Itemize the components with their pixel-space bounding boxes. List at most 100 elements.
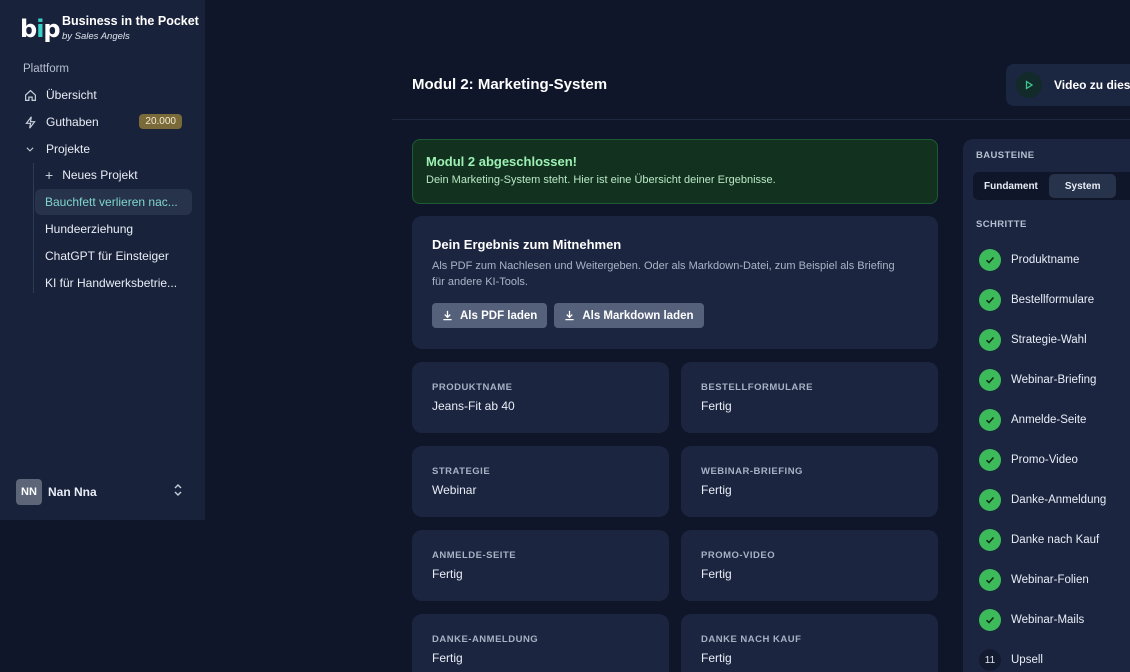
info-label: PRODUKTNAME [432,382,513,393]
project-chatgpt[interactable]: ChatGPT für Einsteiger [35,243,192,269]
info-value: Fertig [701,399,732,413]
result-title: Dein Ergebnis zum Mitnehmen [432,237,622,252]
info-label: STRATEGIE [432,466,491,477]
project-bauchfett[interactable]: Bauchfett verlieren nac... [35,189,192,215]
user-menu[interactable]: NN Nan Nna [16,479,186,505]
step-label: Danke nach Kauf [1011,534,1100,546]
step-item[interactable]: Webinar-Folien [979,569,1089,591]
info-value: Fertig [432,567,463,581]
step-item[interactable]: Anmelde-Seite [979,409,1086,431]
info-card-promo-video: PROMO-VIDEO Fertig [681,530,938,601]
step-item[interactable]: Produktname [979,249,1079,271]
step-label: Promo-Video [1011,454,1078,466]
info-value: Fertig [701,651,732,665]
step-label: Webinar-Folien [1011,574,1089,586]
info-value: Jeans-Fit ab 40 [432,399,515,413]
brand[interactable]: bip Business in the Pocket by Sales Ange… [20,14,199,43]
credit-badge: 20.000 [139,114,182,129]
project-label: Neues Projekt [62,168,138,182]
section-label-plattform: Plattform [23,63,70,75]
sidebar-item-projekte[interactable]: Projekte [16,137,192,161]
sidebar-item-uebersicht[interactable]: Übersicht [16,83,192,107]
step-label: Strategie-Wahl [1011,334,1087,346]
user-name: Nan Nna [48,485,97,499]
chevron-down-icon [22,141,38,157]
check-icon [979,609,1001,631]
video-button[interactable]: Video zu diese [1006,64,1130,106]
download-markdown-label: Als Markdown laden [582,309,694,322]
info-card-danke-anmeldung: DANKE-ANMELDUNG Fertig [412,614,669,672]
info-card-produktname: PRODUKTNAME Jeans-Fit ab 40 [412,362,669,433]
info-label: DANKE NACH KAUF [701,634,802,645]
sidebar: bip Business in the Pocket by Sales Ange… [0,0,205,520]
info-value: Webinar [432,483,477,497]
schritte-label: SCHRITTE [976,219,1027,230]
tab-fundament[interactable]: Fundament [975,174,1047,198]
project-label: ChatGPT für Einsteiger [45,249,169,263]
success-text: Dein Marketing-System steht. Hier ist ei… [426,174,776,186]
info-card-anmelde-seite: ANMELDE-SEITE Fertig [412,530,669,601]
download-markdown-button[interactable]: Als Markdown laden [554,303,704,328]
info-card-strategie: STRATEGIE Webinar [412,446,669,517]
check-icon [979,449,1001,471]
project-ki-handwerk[interactable]: KI für Handwerksbetrie... [35,270,192,296]
check-icon [979,489,1001,511]
chevron-updown-icon [174,484,182,498]
sidebar-item-guthaben[interactable]: Guthaben 20.000 [16,110,192,134]
download-icon [443,310,452,321]
sidebar-item-label: Übersicht [46,88,97,102]
steps-panel: BAUSTEINE Fundament System SCHRITTE Prod… [963,139,1130,672]
check-icon [979,409,1001,431]
bip-logo: bip [20,14,61,43]
info-value: Fertig [432,651,463,665]
step-label: Bestellformulare [1011,294,1095,306]
project-label: Hundeerziehung [45,222,134,236]
step-item[interactable]: Strategie-Wahl [979,329,1087,351]
home-icon [22,87,38,103]
step-item[interactable]: Danke nach Kauf [979,529,1099,551]
check-icon [979,529,1001,551]
info-card-danke-nach-kauf: DANKE NACH KAUF Fertig [681,614,938,672]
step-label: Webinar-Briefing [1011,374,1097,386]
info-label: PROMO-VIDEO [701,550,776,561]
brand-subtitle: by Sales Angels [62,31,130,42]
project-label: Bauchfett verlieren nac... [45,195,178,209]
success-title: Modul 2 abgeschlossen! [426,154,577,169]
info-card-bestellformulare: BESTELLFORMULARE Fertig [681,362,938,433]
check-icon [979,569,1001,591]
info-value: Fertig [701,483,732,497]
info-label: BESTELLFORMULARE [701,382,813,393]
download-pdf-button[interactable]: Als PDF laden [432,303,548,328]
step-item[interactable]: Webinar-Briefing [979,369,1096,391]
info-label: DANKE-ANMELDUNG [432,634,539,645]
step-item[interactable]: Danke-Anmeldung [979,489,1106,511]
bausteine-tabs: Fundament System [973,172,1130,200]
step-item[interactable]: Bestellformulare [979,289,1094,311]
step-label: Upsell [1011,654,1043,666]
step-item[interactable]: Webinar-Mails [979,609,1084,631]
tab-system[interactable]: System [1048,174,1117,198]
header-divider [392,119,1130,120]
video-button-label: Video zu diese [1054,78,1130,92]
step-label: Anmelde-Seite [1011,414,1087,426]
info-value: Fertig [701,567,732,581]
project-tree-line [33,163,34,293]
step-label: Webinar-Mails [1011,614,1085,626]
download-pdf-label: Als PDF laden [460,309,538,322]
result-text: Als PDF zum Nachlesen und Weitergeben. O… [432,260,895,288]
lightning-icon [22,114,38,130]
project-new[interactable]: + Neues Projekt [35,162,192,188]
check-icon [979,369,1001,391]
step-number: 11 [979,649,1001,671]
success-banner: Modul 2 abgeschlossen! Dein Marketing-Sy… [412,139,938,204]
project-hundeerziehung[interactable]: Hundeerziehung [35,216,192,242]
plus-icon: + [45,167,54,183]
step-item[interactable]: Promo-Video [979,449,1078,471]
step-label: Danke-Anmeldung [1011,494,1107,506]
sidebar-item-label: Projekte [46,142,91,156]
info-label: WEBINAR-BRIEFING [701,466,803,477]
check-icon [979,329,1001,351]
avatar: NN [16,479,42,505]
step-item[interactable]: 11 Upsell [979,649,1043,671]
sidebar-item-label: Guthaben [46,115,99,129]
